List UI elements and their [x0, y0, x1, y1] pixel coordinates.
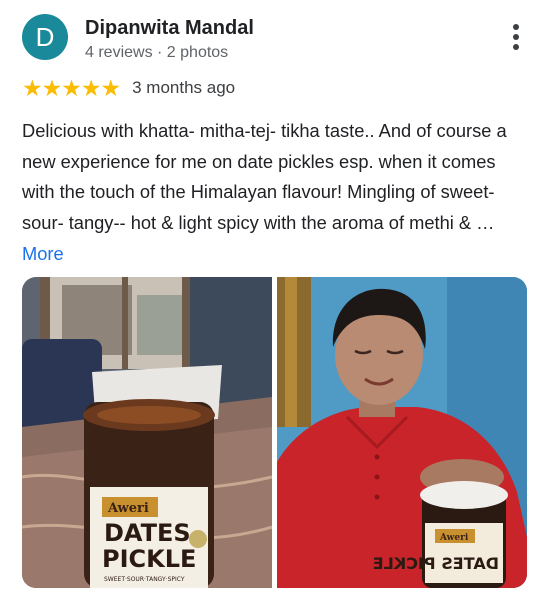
photo-person-image: Aweri DATES PICKLE: [277, 277, 527, 588]
menu-dot: [513, 34, 519, 40]
more-link[interactable]: More: [22, 243, 64, 264]
avatar-initial: D: [35, 21, 55, 52]
jar-label-mirrored: DATES PICKLE: [373, 554, 499, 573]
photo-jar-image: Aweri DATES PICKLE SWEET·SOUR·TANGY·SPIC…: [22, 277, 272, 588]
review-date: 3 months ago: [132, 78, 236, 97]
rating-row: ★★★★★ 3 months ago: [22, 76, 235, 100]
avatar[interactable]: D: [22, 14, 68, 60]
reviewer-name[interactable]: Dipanwita Mandal: [85, 16, 254, 40]
menu-dot: [513, 44, 519, 50]
review-photo-jar[interactable]: Aweri DATES PICKLE SWEET·SOUR·TANGY·SPIC…: [22, 277, 272, 588]
jar-label-line2: PICKLE: [102, 545, 196, 573]
jar-brand-right: Aweri: [439, 533, 469, 543]
more-vert-icon[interactable]: [512, 24, 520, 50]
jar-brand: Aweri: [107, 501, 149, 516]
reviewer-meta: 4 reviews · 2 photos: [85, 44, 229, 61]
review-header: D Dipanwita Mandal 4 reviews · 2 photos: [22, 14, 254, 63]
review-body: Delicious with khatta- mitha-tej- tikha …: [22, 120, 507, 234]
jar-tagline: SWEET·SOUR·TANGY·SPICY: [104, 576, 185, 583]
jar-label-line1: DATES: [104, 519, 191, 547]
reviewer-info: Dipanwita Mandal 4 reviews · 2 photos: [85, 16, 254, 63]
menu-dot: [513, 24, 519, 30]
star-rating: ★★★★★: [22, 75, 121, 101]
review-text: Delicious with khatta- mitha-tej- tikha …: [22, 116, 527, 270]
review-photo-person[interactable]: Aweri DATES PICKLE: [277, 277, 527, 588]
